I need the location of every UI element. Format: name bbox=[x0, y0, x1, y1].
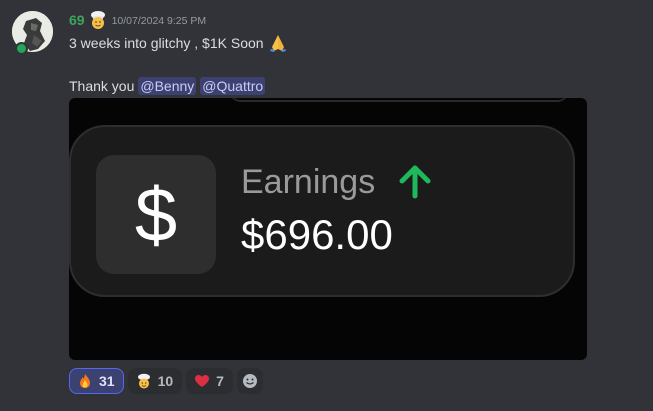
message-text: 3 weeks into glitchy , $1K Soon bbox=[69, 35, 264, 51]
username[interactable]: 69 bbox=[69, 12, 85, 28]
reactions-bar: 31 10 7 bbox=[69, 368, 263, 394]
red-heart-emoji-icon bbox=[194, 373, 210, 389]
svg-text:$: $ bbox=[135, 173, 177, 258]
dollar-sign-icon: $ bbox=[135, 173, 177, 258]
earnings-value: $696.00 bbox=[241, 211, 393, 258]
dollar-icon-box: $ bbox=[96, 155, 216, 274]
reaction-heart[interactable]: 7 bbox=[186, 368, 233, 394]
reaction-count: 10 bbox=[157, 373, 174, 389]
fire-emoji-icon bbox=[77, 373, 93, 389]
image-attachment[interactable]: $ Earnings $696.00 bbox=[69, 98, 587, 360]
reaction-chef[interactable]: 10 bbox=[127, 368, 183, 394]
message-header: 69 10/07/2024 9:25 PM bbox=[69, 10, 206, 30]
mention-quattro[interactable]: @Quattro bbox=[200, 77, 266, 95]
mention-benny[interactable]: @Benny bbox=[138, 77, 197, 95]
thank-you-text: Thank you bbox=[69, 78, 135, 94]
earnings-card: $ Earnings $696.00 bbox=[69, 125, 575, 297]
message-line-2: Thank you @Benny @Quattro bbox=[69, 77, 266, 95]
reaction-fire[interactable]: 31 bbox=[69, 368, 124, 394]
earnings-label: Earnings bbox=[241, 163, 376, 201]
message-timestamp[interactable]: 10/07/2024 9:25 PM bbox=[112, 15, 207, 27]
reaction-count: 7 bbox=[216, 373, 224, 389]
chat-message: 69 10/07/2024 9:25 PM 3 weeks into glitc… bbox=[0, 0, 653, 411]
chef-role-icon[interactable] bbox=[88, 10, 108, 30]
folded-hands-emoji-icon bbox=[268, 33, 288, 53]
reaction-count: 31 bbox=[99, 373, 115, 389]
online-status-indicator bbox=[15, 42, 28, 55]
chef-face-emoji-icon bbox=[136, 373, 152, 389]
message-line-1: 3 weeks into glitchy , $1K Soon bbox=[69, 33, 288, 53]
embed-top-decoration bbox=[229, 98, 569, 102]
smiley-icon bbox=[242, 374, 257, 388]
add-reaction-button[interactable] bbox=[236, 368, 263, 394]
arrow-up-icon bbox=[397, 165, 433, 204]
